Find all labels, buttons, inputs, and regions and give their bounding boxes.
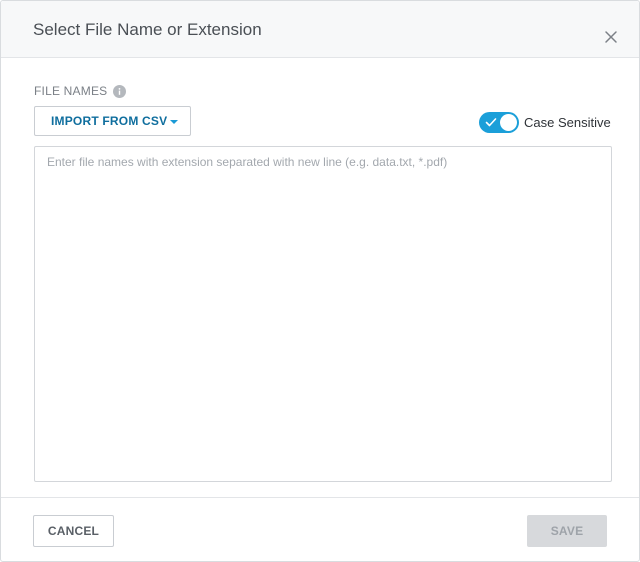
file-name-dialog: Select File Name or Extension FILE NAMES… [0,0,640,562]
import-from-csv-button[interactable]: IMPORT FROM CSV [34,106,191,136]
dialog-header: Select File Name or Extension [1,1,639,58]
dialog-title: Select File Name or Extension [33,20,262,39]
close-icon [605,31,617,43]
dialog-footer: CANCEL SAVE [1,497,639,562]
case-sensitive-label: Case Sensitive [524,114,611,130]
save-button[interactable]: SAVE [527,515,607,547]
caret-down-icon [170,120,178,124]
case-sensitive-toggle[interactable] [479,111,519,133]
info-icon[interactable] [113,84,127,98]
cancel-button[interactable]: CANCEL [33,515,114,547]
case-sensitive-toggle-group[interactable]: Case Sensitive [479,111,611,133]
toggle-knob [500,113,517,131]
close-button[interactable] [603,29,619,45]
file-names-textarea[interactable] [34,146,612,482]
file-names-section-label: FILE NAMES [34,83,127,99]
check-icon [485,117,497,126]
file-names-label: FILE NAMES [34,84,108,98]
import-from-csv-label: IMPORT FROM CSV [51,114,168,128]
